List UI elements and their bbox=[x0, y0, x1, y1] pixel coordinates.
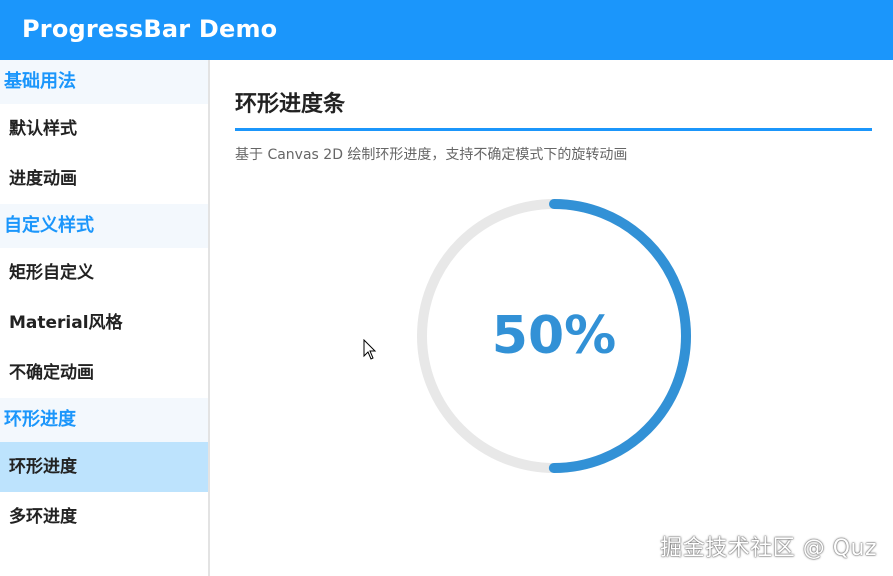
sidebar-item-progress-animation[interactable]: 进度动画 bbox=[0, 154, 208, 204]
watermark: 掘金技术社区 @ Quz bbox=[660, 536, 877, 561]
ring-progress: 50% bbox=[414, 196, 694, 476]
main-content: 环形进度条 基于 Canvas 2D 绘制环形进度，支持不确定模式下的旋转动画 … bbox=[210, 60, 893, 576]
ring-progress-label: 50% bbox=[491, 306, 617, 366]
sidebar-item-ring-progress[interactable]: 环形进度 bbox=[0, 442, 208, 492]
sidebar-item-rect-custom[interactable]: 矩形自定义 bbox=[0, 248, 208, 298]
sidebar-group-ring-progress: 环形进度 bbox=[0, 398, 208, 442]
sidebar-item-multi-ring-progress[interactable]: 多环进度 bbox=[0, 492, 208, 542]
sidebar-item-indeterminate-animation[interactable]: 不确定动画 bbox=[0, 348, 208, 398]
sidebar-item-material-style[interactable]: Material风格 bbox=[0, 298, 208, 348]
page-subtitle: 基于 Canvas 2D 绘制环形进度，支持不确定模式下的旋转动画 bbox=[235, 147, 628, 163]
title-divider bbox=[235, 128, 872, 131]
sidebar-item-default-style[interactable]: 默认样式 bbox=[0, 104, 208, 154]
app-window: ProgressBar Demo 基础用法 默认样式 进度动画 自定义样式 矩形… bbox=[0, 0, 893, 576]
mouse-cursor-icon bbox=[363, 339, 377, 360]
page-title: 环形进度条 bbox=[235, 92, 346, 117]
sidebar-group-custom-style: 自定义样式 bbox=[0, 204, 208, 248]
sidebar-group-basic: 基础用法 bbox=[0, 60, 208, 104]
window-title: ProgressBar Demo bbox=[0, 0, 893, 60]
sidebar: 基础用法 默认样式 进度动画 自定义样式 矩形自定义 Material风格 不确… bbox=[0, 60, 210, 576]
